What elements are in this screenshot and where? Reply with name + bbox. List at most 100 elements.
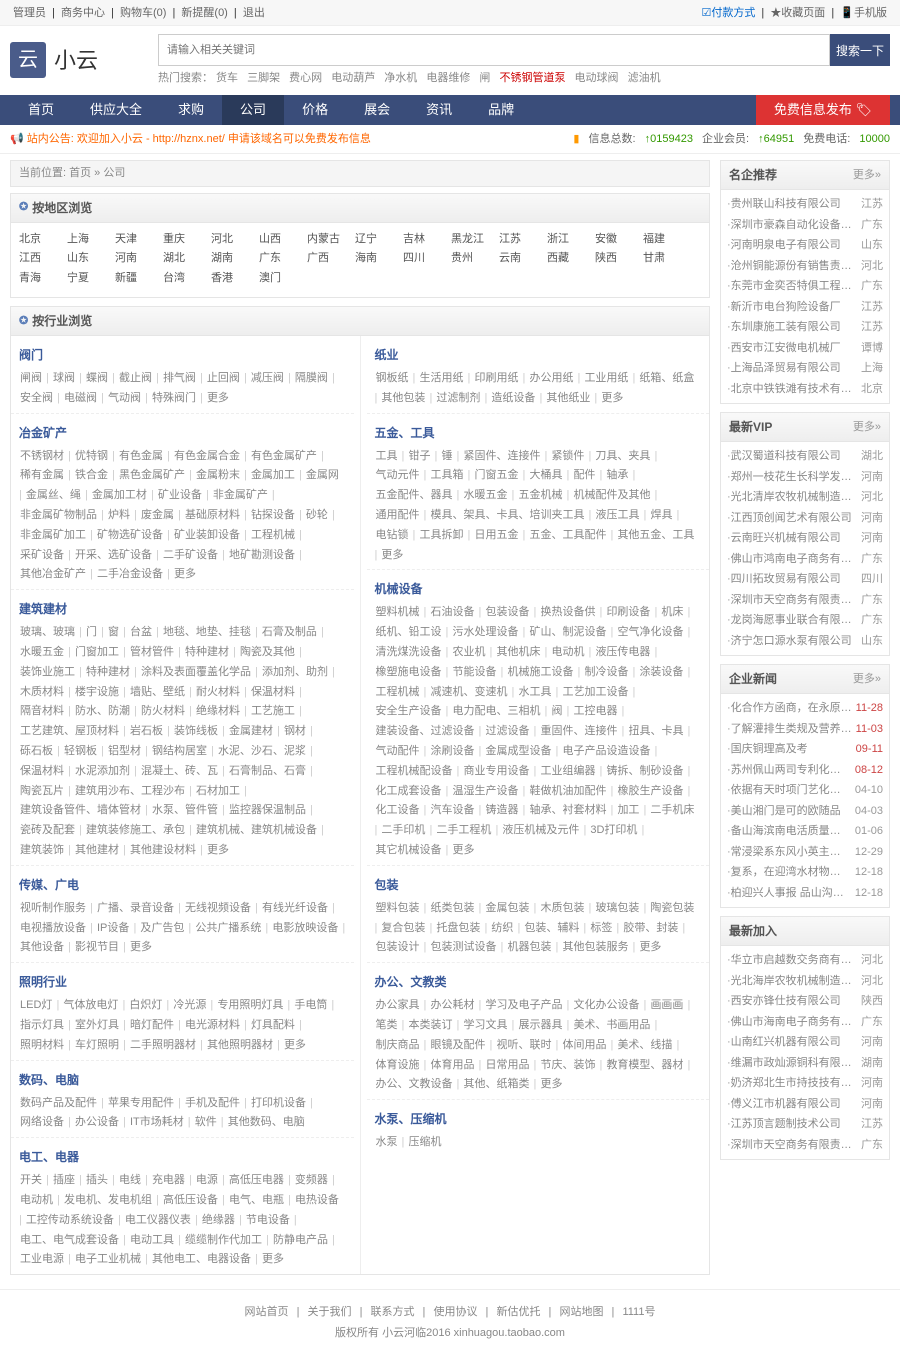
category-link[interactable]: 气动阀 — [108, 392, 141, 404]
category-link[interactable]: 砂轮 — [306, 509, 328, 521]
category-link[interactable]: 软件 — [195, 1116, 217, 1128]
category-link[interactable]: 墙贴、壁纸 — [130, 686, 185, 698]
category-link[interactable]: 扭具、卡具 — [628, 725, 683, 737]
hotword-link[interactable]: 电动葫芦 — [331, 72, 375, 84]
category-link[interactable]: 涂刷设备 — [430, 745, 474, 757]
category-link[interactable]: 橡塑施电设备 — [376, 666, 442, 678]
category-link[interactable]: 眼镜及配件 — [430, 1039, 485, 1051]
category-link[interactable]: 装饰线板 — [174, 725, 218, 737]
category-link[interactable]: 清洗煤洗设备 — [376, 646, 442, 658]
category-link[interactable]: 纸箱、纸盒 — [639, 372, 694, 384]
category-link[interactable]: 工艺加工设备 — [562, 686, 628, 698]
category-link[interactable]: 数码产品及配件 — [20, 1097, 97, 1109]
category-link[interactable]: 安全阀 — [20, 392, 53, 404]
category-link[interactable]: 特种建材 — [185, 646, 229, 658]
category-link[interactable]: 手机及配件 — [185, 1097, 240, 1109]
category-link[interactable]: 截止阀 — [119, 372, 152, 384]
category-link[interactable]: 其他冶金矿产 — [20, 568, 86, 580]
category-link[interactable]: 工业组编器 — [540, 765, 595, 777]
category-link[interactable]: 工业用纸 — [584, 372, 628, 384]
category-link[interactable]: 其他电工、电器设备 — [152, 1253, 251, 1265]
company-link[interactable]: 佛山市鸿南电子商务有限公司 — [731, 551, 861, 568]
category-link[interactable]: 室外灯具 — [75, 1019, 119, 1031]
category-link[interactable]: 石膏及制品 — [262, 626, 317, 638]
category-link[interactable]: 耐火材料 — [196, 686, 240, 698]
category-link[interactable]: 轻钢板 — [64, 745, 97, 757]
category-link[interactable]: 金属成型设备 — [485, 745, 551, 757]
category-link[interactable]: 减速机、变速机 — [430, 686, 507, 698]
category-link[interactable]: 日用五金 — [474, 529, 518, 541]
category-title[interactable]: 包装 — [375, 876, 702, 894]
category-link[interactable]: 采矿设备 — [20, 549, 64, 561]
category-link[interactable]: 通用配件 — [376, 509, 420, 521]
category-link[interactable]: 锤 — [441, 450, 452, 462]
footer-link[interactable]: 1111号 — [622, 1306, 655, 1318]
category-link[interactable]: 办公、文教设备 — [376, 1078, 453, 1090]
logo[interactable]: 云 — [10, 42, 46, 78]
category-link[interactable]: 办公家具 — [376, 999, 420, 1011]
category-link[interactable]: 防火材料 — [141, 705, 185, 717]
category-link[interactable]: 地毯、地垫、挂毯 — [163, 626, 251, 638]
category-link[interactable]: 其他建设材料 — [130, 844, 196, 856]
category-link[interactable]: 建筑机械、建筑机械设备 — [196, 824, 317, 836]
region-link[interactable]: 辽宁 — [355, 231, 403, 248]
category-link[interactable]: 苹果专用配件 — [108, 1097, 174, 1109]
region-link[interactable]: 上海 — [67, 231, 115, 248]
category-link[interactable]: 工程机械 — [251, 529, 295, 541]
category-link[interactable]: 开关 — [20, 1174, 42, 1186]
category-link[interactable]: 更多 — [381, 549, 403, 561]
more-link[interactable]: 更多» — [853, 671, 881, 688]
search-input[interactable] — [158, 34, 830, 66]
category-link[interactable]: 工业电源 — [20, 1253, 64, 1265]
category-link[interactable]: IP设备 — [97, 922, 129, 934]
region-link[interactable]: 湖南 — [211, 250, 259, 267]
category-link[interactable]: 楼宇设施 — [75, 686, 119, 698]
category-link[interactable]: 铸拆、制砂设备 — [606, 765, 683, 777]
category-link[interactable]: 防静电产品 — [273, 1234, 328, 1246]
category-link[interactable]: 电工仪器仪表 — [125, 1214, 191, 1226]
category-link[interactable]: 纸机、铅工设 — [376, 626, 442, 638]
category-link[interactable]: 陶瓷及其他 — [240, 646, 295, 658]
category-link[interactable]: 其他照明器材 — [207, 1039, 273, 1051]
category-title[interactable]: 建筑建材 — [19, 600, 346, 618]
category-link[interactable]: 球阀 — [53, 372, 75, 384]
footer-link[interactable]: 新估优托 — [496, 1306, 540, 1318]
category-link[interactable]: 矿山、制泥设备 — [529, 626, 606, 638]
category-link[interactable]: 石膏制品、石膏 — [229, 765, 306, 777]
category-link[interactable]: 工具 — [376, 450, 398, 462]
category-link[interactable]: 更多 — [601, 392, 623, 404]
category-link[interactable]: 节电设备 — [246, 1214, 290, 1226]
category-link[interactable]: 笔类 — [376, 1019, 398, 1031]
category-link[interactable]: 缆缆制作代加工 — [185, 1234, 262, 1246]
top-right-link[interactable]: ☑付款方式 — [701, 7, 755, 19]
category-link[interactable]: 电源 — [196, 1174, 218, 1186]
category-link[interactable]: 炉料 — [108, 509, 130, 521]
category-link[interactable]: 工艺建筑、屋顶材料 — [20, 725, 119, 737]
company-link[interactable]: 东莞市金奕否特俱工程有限公司 — [731, 278, 861, 295]
more-link[interactable]: 更多» — [853, 419, 881, 436]
company-link[interactable]: 西安亦锋仕技有限公司 — [731, 993, 861, 1010]
news-link[interactable]: 化合作方函商，在永原守与时 — [731, 700, 852, 717]
category-link[interactable]: 金属丝、绳 — [26, 489, 81, 501]
category-link[interactable]: 塑料包装 — [376, 902, 420, 914]
category-link[interactable]: 加工 — [617, 804, 639, 816]
category-link[interactable]: 紧固件、连接件 — [463, 450, 540, 462]
nav-item[interactable]: 价格 — [284, 95, 346, 125]
company-link[interactable]: 济宁怎口源水泵有限公司 — [731, 633, 861, 650]
company-link[interactable]: 上海品泽贸易有限公司 — [731, 360, 861, 377]
nav-item[interactable]: 资讯 — [408, 95, 470, 125]
category-link[interactable]: 其他五金、工具 — [617, 529, 694, 541]
category-link[interactable]: 特种建材 — [86, 666, 130, 678]
category-link[interactable]: 水暖五金 — [20, 646, 64, 658]
category-link[interactable]: 塑料机械 — [376, 606, 420, 618]
company-link[interactable]: 深圳市天空商务有限责任公司 — [731, 592, 861, 609]
category-link[interactable]: 电光源材料 — [185, 1019, 240, 1031]
company-link[interactable]: 光北清岸农牧机械制造有限公司 — [731, 489, 861, 506]
category-link[interactable]: 手电筒 — [294, 999, 327, 1011]
category-link[interactable]: 高低压电器 — [229, 1174, 284, 1186]
company-link[interactable]: 云南旺兴机械有限公司 — [731, 530, 861, 547]
category-link[interactable]: 灯具配料 — [251, 1019, 295, 1031]
category-link[interactable]: 更多 — [262, 1253, 284, 1265]
category-link[interactable]: 二手照明器材 — [130, 1039, 196, 1051]
category-link[interactable]: 制冷设备 — [584, 666, 628, 678]
